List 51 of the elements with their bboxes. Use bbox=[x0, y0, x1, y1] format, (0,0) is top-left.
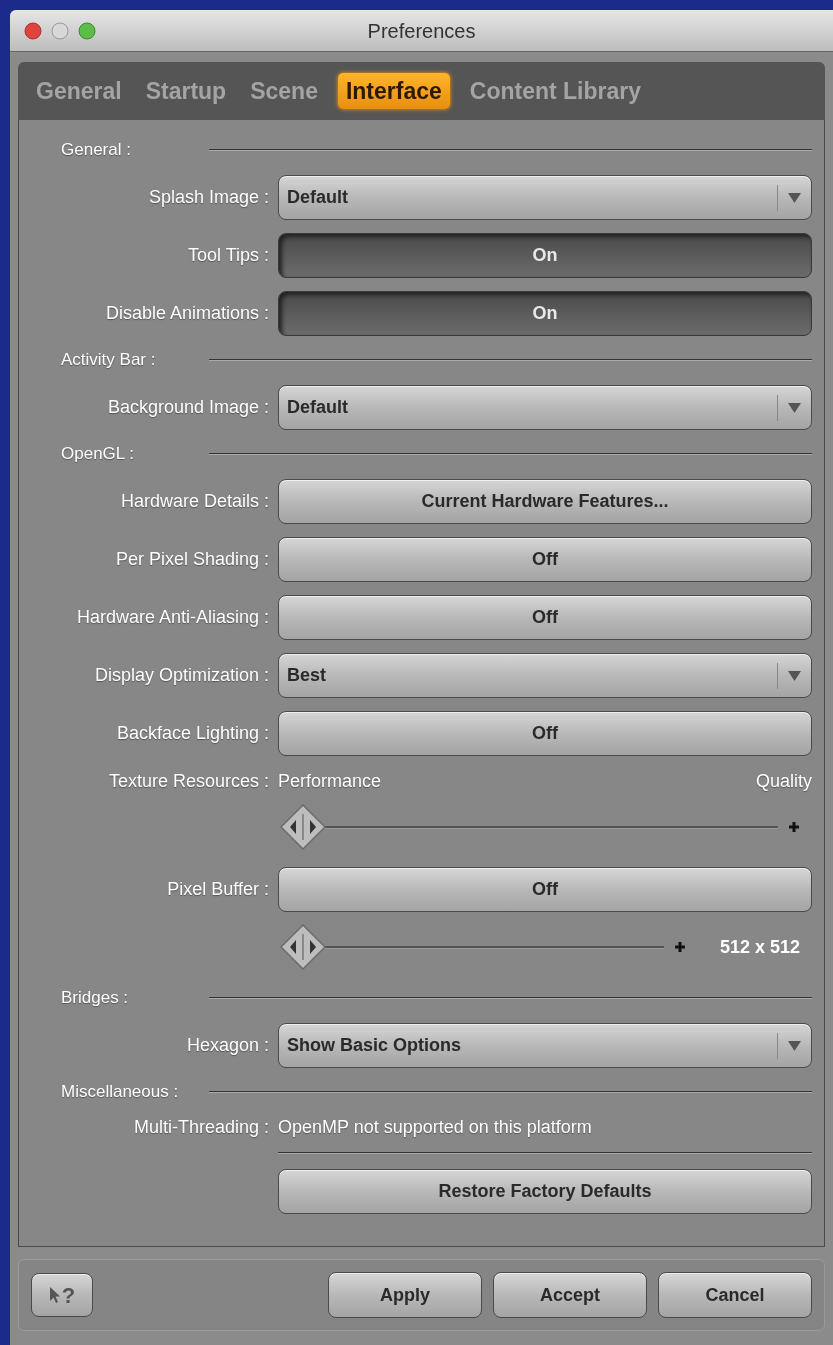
slider-thumb[interactable] bbox=[278, 801, 328, 852]
section-label: General : bbox=[61, 139, 132, 162]
slider-thumb[interactable] bbox=[278, 921, 328, 972]
dialog-button[interactable]: Apply bbox=[328, 1272, 482, 1318]
section-label: OpenGL : bbox=[61, 443, 136, 466]
pointer-icon bbox=[48, 1286, 61, 1304]
dialog-button[interactable]: Cancel bbox=[658, 1272, 812, 1318]
close-icon[interactable] bbox=[24, 22, 42, 40]
field-label: Multi-Threading : bbox=[133, 1116, 269, 1139]
toggle-button[interactable]: Off bbox=[278, 595, 812, 640]
zoom-icon[interactable] bbox=[78, 22, 96, 40]
field-label: Splash Image : bbox=[148, 186, 269, 209]
info-text: OpenMP not supported on this platform bbox=[278, 1116, 593, 1139]
section-label: Miscellaneous : bbox=[61, 1081, 180, 1104]
section-label: Bridges : bbox=[61, 987, 130, 1010]
field-label: Hardware Details : bbox=[120, 490, 269, 513]
caret-icon bbox=[788, 1040, 801, 1051]
caret-icon bbox=[788, 402, 801, 413]
range-max-label: Quality bbox=[755, 770, 812, 793]
section-label: Activity Bar : bbox=[61, 349, 157, 372]
field-label: Hexagon : bbox=[186, 1034, 269, 1057]
field-label: Display Optimization : bbox=[94, 664, 269, 687]
toggle-button[interactable]: Off bbox=[278, 537, 812, 582]
field-label: Backface Lighting : bbox=[116, 722, 269, 745]
plus-icon bbox=[788, 821, 800, 833]
dropdown[interactable]: Default bbox=[278, 175, 812, 220]
field-label: Per Pixel Shading : bbox=[115, 548, 269, 571]
action-button[interactable]: Restore Factory Defaults bbox=[278, 1169, 812, 1214]
dialog-button[interactable]: Accept bbox=[493, 1272, 647, 1318]
field-label: Pixel Buffer : bbox=[167, 878, 269, 901]
field-label: Disable Animations : bbox=[105, 302, 269, 325]
dropdown[interactable]: Default bbox=[278, 385, 812, 430]
field-label: Texture Resources : bbox=[108, 770, 269, 793]
action-button[interactable]: Current Hardware Features... bbox=[278, 479, 812, 524]
tab[interactable]: Interface bbox=[337, 73, 450, 109]
dropdown[interactable]: Show Basic Options bbox=[278, 1023, 812, 1068]
dropdown[interactable]: Best bbox=[278, 653, 812, 698]
range-min-label: Performance bbox=[278, 770, 382, 793]
toggle-button[interactable]: Off bbox=[278, 867, 812, 912]
field-label: Tool Tips : bbox=[187, 244, 269, 267]
plus-icon bbox=[673, 941, 686, 953]
help-button[interactable]: ? bbox=[31, 1273, 93, 1317]
toggle-button[interactable]: On bbox=[278, 233, 812, 278]
field-label: Background Image : bbox=[107, 396, 269, 419]
caret-icon bbox=[788, 670, 801, 681]
slider-reading: 512 x 512 bbox=[719, 935, 800, 959]
window-title: Preferences bbox=[367, 18, 476, 44]
toggle-button[interactable]: Off bbox=[278, 711, 812, 756]
caret-icon bbox=[788, 192, 801, 203]
toggle-button[interactable]: On bbox=[278, 291, 812, 336]
field-label: Hardware Anti-Aliasing : bbox=[76, 606, 269, 629]
